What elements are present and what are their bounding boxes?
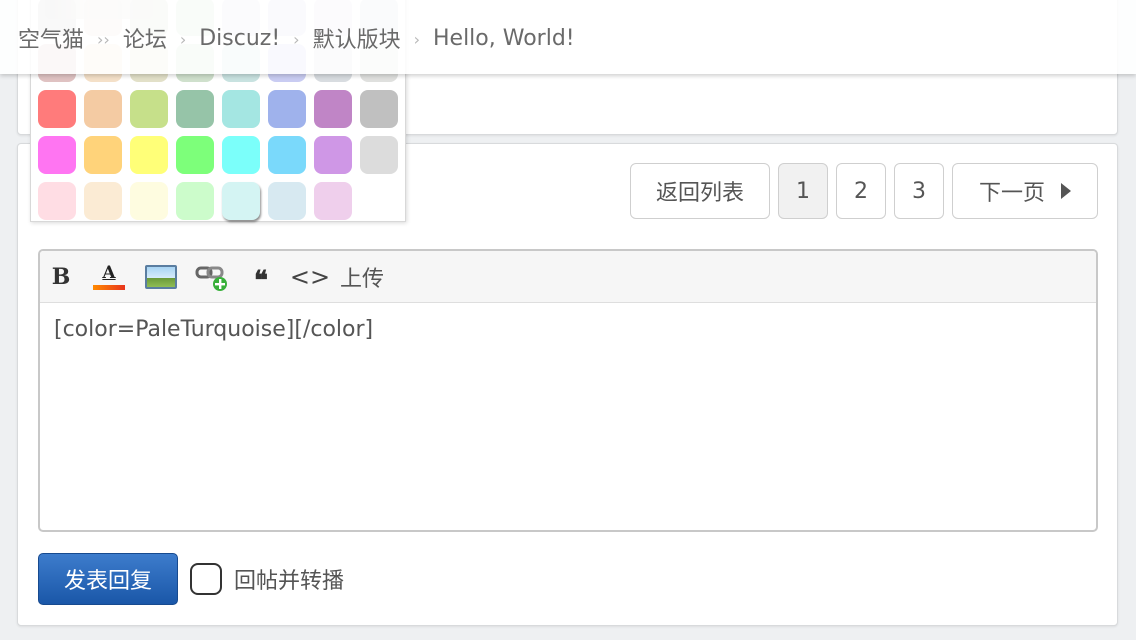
page-1-button[interactable]: 1 — [778, 163, 828, 219]
color-swatch[interactable] — [38, 136, 76, 174]
color-swatch[interactable] — [38, 182, 76, 220]
color-swatch[interactable] — [130, 90, 168, 128]
color-swatch[interactable] — [84, 182, 122, 220]
breadcrumb-current-thread: Hello, World! — [432, 25, 575, 51]
breadcrumb-discuz[interactable]: Discuz! — [199, 26, 280, 51]
link-icon[interactable] — [194, 261, 230, 293]
color-swatch[interactable] — [314, 182, 352, 220]
color-swatch[interactable] — [84, 136, 122, 174]
bold-icon[interactable]: B — [50, 261, 72, 293]
breadcrumb-default-board[interactable]: 默认版块 — [313, 22, 401, 54]
breadcrumb-separator-icon: › — [179, 29, 187, 49]
color-swatch[interactable] — [222, 90, 260, 128]
breadcrumb-separator-icon: ›› — [97, 29, 110, 49]
image-icon[interactable] — [144, 261, 178, 293]
color-swatch[interactable] — [360, 136, 398, 174]
caret-right-icon — [1061, 183, 1071, 199]
font-color-bar — [93, 284, 125, 290]
breadcrumb-separator-icon: › — [413, 29, 420, 49]
editor-toolbar: B A ❝ <> 上传 — [40, 251, 1096, 303]
image-icon-frame — [145, 265, 177, 289]
font-color-letter: A — [102, 262, 116, 283]
code-icon[interactable]: <> — [290, 261, 330, 293]
color-swatch[interactable] — [176, 136, 214, 174]
color-swatch[interactable] — [314, 90, 352, 128]
next-page-button[interactable]: 下一页 — [952, 163, 1098, 219]
page-3-button[interactable]: 3 — [894, 163, 944, 219]
color-swatch[interactable] — [84, 90, 122, 128]
color-swatch[interactable] — [222, 182, 260, 220]
quote-icon[interactable]: ❝ — [246, 261, 276, 296]
color-swatch[interactable] — [176, 182, 214, 220]
back-to-list-button[interactable]: 返回列表 — [630, 163, 770, 219]
link-icon-graphic — [195, 266, 227, 291]
submit-reply-button[interactable]: 发表回复 — [38, 553, 178, 605]
color-swatch[interactable] — [38, 90, 76, 128]
breadcrumb-home[interactable]: 空气猫 — [18, 22, 84, 54]
color-swatch[interactable] — [130, 182, 168, 220]
page-2-button[interactable]: 2 — [836, 163, 886, 219]
color-swatch[interactable] — [130, 136, 168, 174]
color-swatch[interactable] — [268, 90, 306, 128]
upload-button[interactable]: 上传 — [340, 261, 384, 293]
repost-label: 回帖并转播 — [234, 569, 345, 594]
reply-editor: B A ❝ <> 上传 [color=PaleTurquoise][/color… — [38, 249, 1098, 532]
top-bar: 空气猫 ›› 论坛 › Discuz! › 默认版块 › Hello, Worl… — [0, 0, 1136, 74]
color-swatch[interactable] — [176, 90, 214, 128]
reply-textarea[interactable]: [color=PaleTurquoise][/color] — [54, 317, 373, 342]
color-swatch[interactable] — [222, 136, 260, 174]
color-swatch[interactable] — [268, 136, 306, 174]
breadcrumb-forum[interactable]: 论坛 — [123, 22, 167, 54]
next-page-label: 下一页 — [978, 181, 1045, 206]
color-swatch[interactable] — [360, 90, 398, 128]
breadcrumb-separator-icon: › — [293, 29, 300, 49]
repost-checkbox[interactable] — [190, 563, 222, 595]
color-swatch[interactable] — [268, 182, 306, 220]
color-swatch[interactable] — [314, 136, 352, 174]
breadcrumb: 空气猫 ›› 论坛 › Discuz! › 默认版块 › Hello, Worl… — [18, 22, 575, 54]
font-color-icon[interactable]: A — [92, 261, 126, 293]
